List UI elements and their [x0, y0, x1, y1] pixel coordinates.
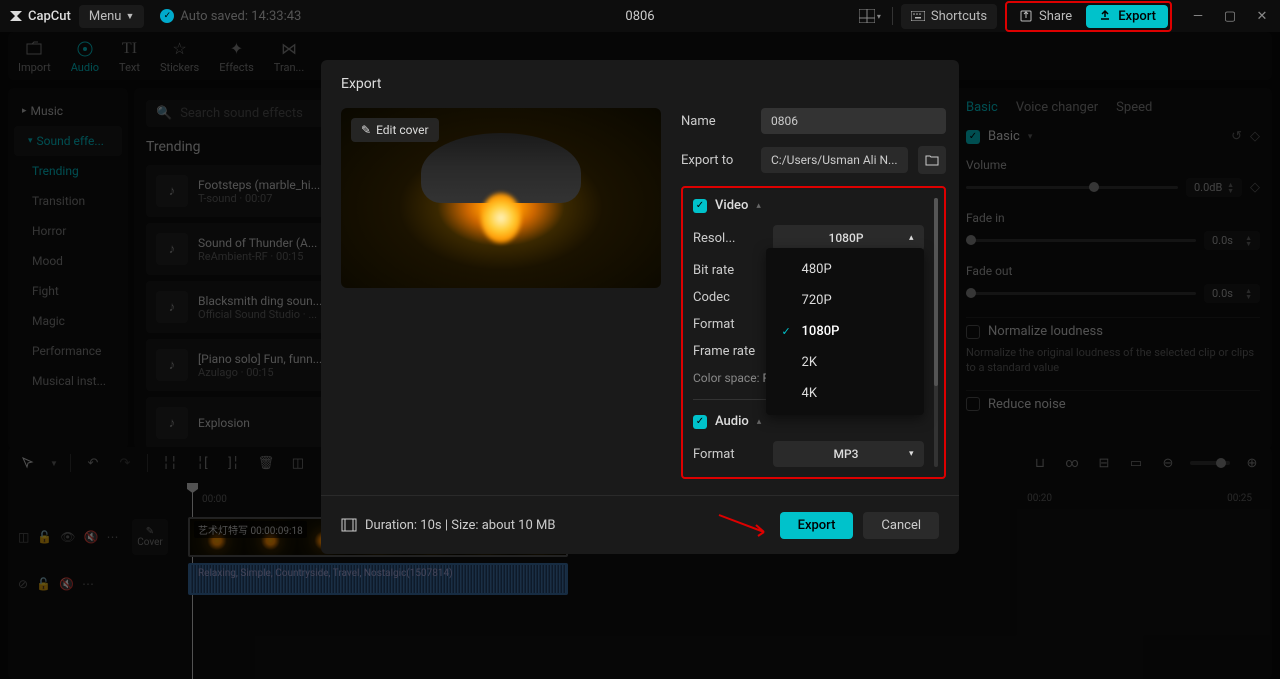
audio-format-dropdown[interactable]: MP3 ▾ — [773, 441, 924, 467]
scrollbar-thumb[interactable] — [934, 198, 938, 386]
share-button[interactable]: Share — [1009, 5, 1082, 28]
window-controls: — ▢ ✕ — [1188, 9, 1272, 24]
edit-cover-button[interactable]: ✎ Edit cover — [351, 118, 439, 142]
close-button[interactable]: ✕ — [1252, 9, 1272, 24]
audio-format-row: Format MP3 ▾ — [693, 441, 944, 467]
keyboard-icon — [911, 11, 925, 21]
chevron-up-icon: ▴ — [756, 201, 761, 211]
option-720p[interactable]: 720P — [766, 285, 924, 316]
check-icon: ✓ — [160, 9, 174, 23]
resolution-options: 480P 720P ✓1080P 2K 4K — [766, 248, 924, 415]
chevron-down-icon: ▾ — [877, 12, 881, 21]
autosave-status: ✓ Auto saved: 14:33:43 — [160, 9, 301, 24]
cover-preview: ✎ Edit cover — [341, 108, 661, 288]
exportto-field-row: Export to C:/Users/Usman Ali N... — [681, 146, 946, 174]
name-field-row: Name 0806 — [681, 108, 946, 134]
shortcuts-button[interactable]: Shortcuts — [901, 4, 997, 29]
share-icon — [1019, 9, 1033, 23]
app-name: CapCut — [28, 9, 71, 24]
exportto-input[interactable]: C:/Users/Usman Ali N... — [761, 147, 908, 173]
folder-icon — [925, 154, 939, 166]
modal-footer: Duration: 10s | Size: about 10 MB Export… — [321, 495, 959, 554]
check-icon: ✓ — [782, 325, 794, 338]
audio-section-header[interactable]: ✓ Audio ▴ — [693, 414, 944, 429]
chevron-down-icon: ▾ — [909, 449, 914, 459]
chevron-up-icon: ▴ — [909, 233, 914, 243]
name-input[interactable]: 0806 — [761, 108, 946, 134]
modal-title: Export — [321, 60, 959, 108]
option-1080p[interactable]: ✓1080P — [766, 316, 924, 347]
pencil-icon: ✎ — [361, 123, 371, 137]
export-button-top[interactable]: Export — [1086, 5, 1168, 28]
cancel-button[interactable]: Cancel — [863, 512, 939, 539]
checkbox-icon[interactable]: ✓ — [693, 199, 707, 213]
video-section-header[interactable]: ✓ Video ▴ — [693, 198, 944, 213]
export-icon — [1098, 9, 1112, 23]
export-confirm-button[interactable]: Export — [780, 512, 854, 539]
chevron-up-icon: ▴ — [757, 417, 762, 427]
layout-icon[interactable]: ▾ — [856, 2, 884, 30]
checkbox-icon[interactable]: ✓ — [693, 415, 707, 429]
minimize-button[interactable]: — — [1188, 9, 1208, 24]
annotation-arrow — [714, 510, 774, 540]
divider — [892, 7, 893, 25]
topbar-right: ▾ Shortcuts Share Export — ▢ ✕ — [856, 1, 1272, 32]
option-480p[interactable]: 480P — [766, 254, 924, 285]
chevron-down-icon: ▼ — [125, 11, 134, 22]
menu-button[interactable]: Menu ▼ — [79, 5, 145, 28]
export-modal: Export ✎ Edit cover Name 0806 Export to … — [321, 60, 959, 554]
option-2k[interactable]: 2K — [766, 347, 924, 378]
capcut-icon — [8, 8, 24, 24]
top-bar: CapCut Menu ▼ ✓ Auto saved: 14:33:43 080… — [0, 0, 1280, 32]
export-settings-annotated: ✓ Video ▴ Resol... 1080P ▴ 480P 720P ✓10… — [681, 186, 946, 479]
share-export-annotated: Share Export — [1005, 1, 1172, 32]
scrollbar[interactable] — [934, 198, 938, 467]
film-icon — [341, 518, 357, 532]
app-logo: CapCut — [8, 8, 71, 24]
duration-info: Duration: 10s | Size: about 10 MB — [341, 518, 555, 533]
maximize-button[interactable]: ▢ — [1220, 9, 1240, 24]
browse-folder-button[interactable] — [918, 146, 946, 174]
option-4k[interactable]: 4K — [766, 378, 924, 409]
document-title: 0806 — [625, 9, 654, 24]
